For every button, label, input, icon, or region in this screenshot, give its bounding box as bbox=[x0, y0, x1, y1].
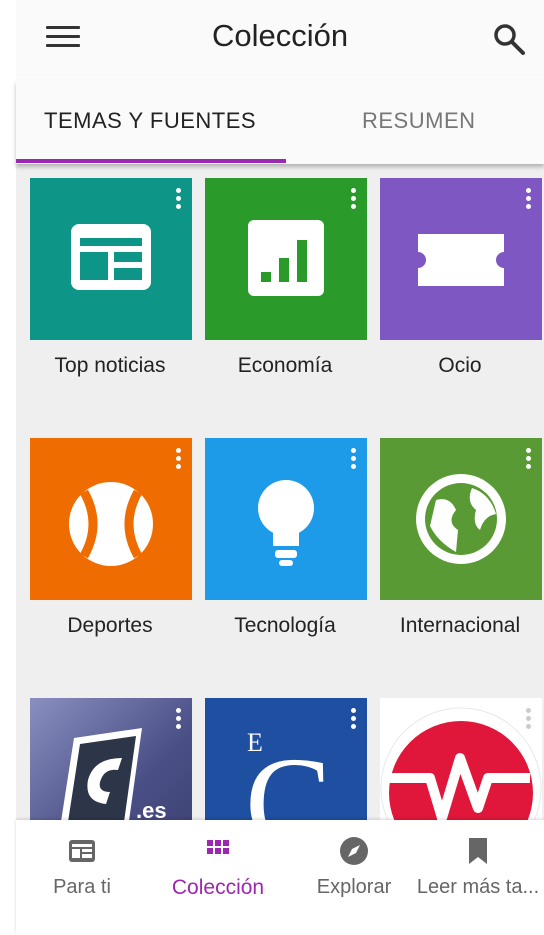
bottom-navigation: Para ti Colección Explorar Leer más ta..… bbox=[16, 820, 544, 935]
tile-label-ocio: Ocio bbox=[438, 354, 482, 377]
tile-tecnologia[interactable] bbox=[205, 438, 367, 600]
tile-ocio[interactable] bbox=[380, 178, 542, 340]
lightbulb-icon bbox=[258, 480, 314, 566]
nav-leer-mas-tarde[interactable]: Leer más ta... bbox=[412, 820, 544, 935]
more-options-icon[interactable] bbox=[174, 708, 182, 734]
source-logo-icon bbox=[61, 728, 142, 820]
tile-label-deportes: Deportes bbox=[67, 614, 153, 637]
compass-icon bbox=[340, 837, 368, 865]
tile-economia[interactable] bbox=[205, 178, 367, 340]
more-options-icon[interactable] bbox=[524, 188, 532, 214]
more-options-icon[interactable] bbox=[174, 188, 182, 214]
nav-para-ti[interactable]: Para ti bbox=[16, 820, 148, 935]
bookmark-icon bbox=[469, 838, 487, 864]
chart-icon bbox=[248, 220, 324, 296]
source-label: .es bbox=[136, 798, 167, 820]
ticket-icon bbox=[418, 234, 504, 286]
nav-coleccion[interactable]: Colección bbox=[152, 820, 284, 935]
tile-label-tecnologia: Tecnología bbox=[234, 614, 336, 637]
active-tab-indicator bbox=[16, 159, 286, 163]
tile-label-top-noticias: Top noticias bbox=[54, 354, 166, 377]
nav-explorar[interactable]: Explorar bbox=[288, 820, 420, 935]
source-logo-icon: C bbox=[245, 731, 332, 820]
nav-label: Para ti bbox=[53, 876, 111, 898]
tile-source-heartbeat[interactable] bbox=[380, 698, 542, 820]
nav-label: Colección bbox=[171, 876, 265, 899]
heartbeat-logo-icon bbox=[380, 707, 542, 820]
ball-icon bbox=[69, 482, 153, 566]
globe-icon bbox=[416, 474, 506, 564]
nav-label: Explorar bbox=[316, 876, 392, 898]
tile-source-c[interactable]: E C bbox=[205, 698, 367, 820]
page-title: Colección bbox=[211, 18, 349, 53]
tab-resumen[interactable]: RESUMEN bbox=[362, 108, 476, 134]
app-bar: Colección bbox=[16, 0, 544, 80]
nav-label: Leer más ta... bbox=[416, 876, 540, 898]
tile-top-noticias[interactable] bbox=[30, 178, 192, 340]
svg-text:C: C bbox=[245, 731, 332, 820]
tile-internacional[interactable] bbox=[380, 438, 542, 600]
more-options-icon[interactable] bbox=[349, 448, 357, 474]
collection-grid: Top noticias Economía Ocio Deportes Tecn… bbox=[16, 164, 544, 820]
tile-label-economia: Economía bbox=[237, 354, 333, 377]
tile-deportes[interactable] bbox=[30, 438, 192, 600]
tile-source-es[interactable]: .es bbox=[30, 698, 192, 820]
newspaper-icon bbox=[71, 224, 151, 290]
grid-icon bbox=[207, 840, 229, 854]
more-options-icon[interactable] bbox=[524, 708, 532, 734]
more-options-icon[interactable] bbox=[349, 708, 357, 734]
tile-label-internacional: Internacional bbox=[399, 614, 521, 637]
more-options-icon[interactable] bbox=[174, 448, 182, 474]
more-options-icon[interactable] bbox=[524, 448, 532, 474]
tab-bar: TEMAS Y FUENTES RESUMEN bbox=[16, 80, 544, 164]
tab-temas-y-fuentes[interactable]: TEMAS Y FUENTES bbox=[44, 108, 256, 134]
search-icon[interactable] bbox=[492, 22, 526, 56]
more-options-icon[interactable] bbox=[349, 188, 357, 214]
newspaper-icon bbox=[69, 840, 95, 862]
